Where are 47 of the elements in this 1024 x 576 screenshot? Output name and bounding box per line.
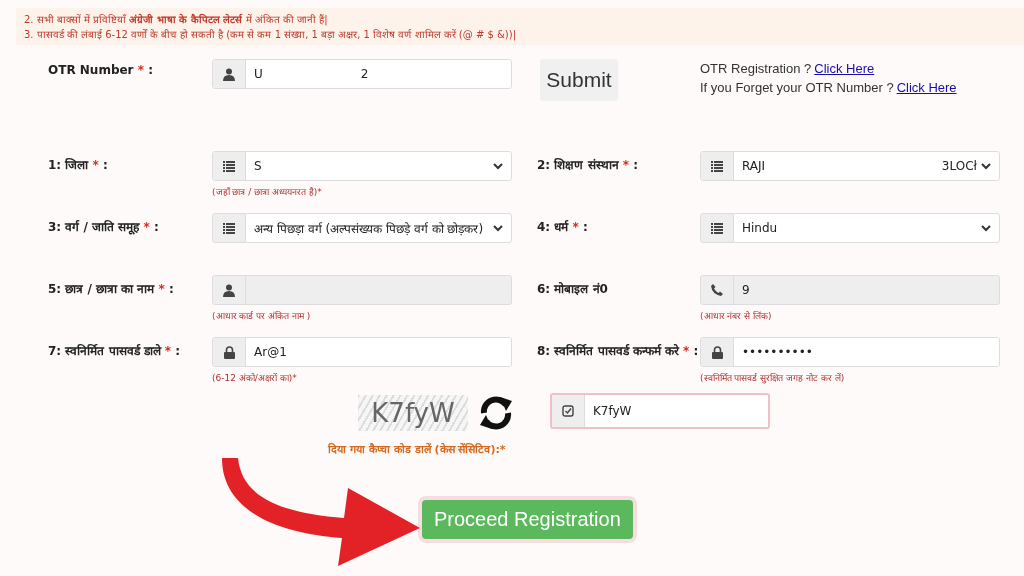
submit-button[interactable]: Submit [540,59,618,101]
field-label: 3: वर्ग / जाति समूह * : [48,219,160,237]
link-prompt: If you Forget your OTR Number ? [700,80,894,95]
field-label: 6: मोबाइल नं0 [537,281,609,298]
field-hint: (आधार नंबर से लिंक) [700,310,773,322]
field-hint: (6-12 अंको/अक्षरों का)* [212,372,298,384]
select-field[interactable]: अन्य पिछड़ा वर्ग (अल्पसंख्यक पिछड़े वर्ग को छोड़कर) [212,213,512,243]
user-icon [223,283,235,297]
captcha-label: दिया गया कैप्चा कोड डालें (केस सेंसिटिव):* [328,442,506,456]
phone-icon [711,284,723,296]
chevron-down-icon [981,224,991,232]
field-hint: (स्वनिर्मित पासवर्ड सुरक्षित जगह नोट कर लें) [700,372,846,384]
field-label: 7: स्वनिर्मित पासवर्ड डाले * : [48,343,182,360]
field-label: 8: स्वनिर्मित पासवर्ड कन्फर्म करे * : [537,343,700,360]
list-icon [711,160,723,172]
notice-text: 2. सभी बाक्सों में प्रविष्टियाँ अंग्रेजी भाषा के कैपिटल लेटर्स में अंकित की जानी हैं| [24,12,329,27]
link-prompt: OTR Registration ? [700,61,812,76]
input-field[interactable]: Ar@1 [212,337,512,367]
checkbox-icon [562,405,574,417]
captcha-input-field[interactable]: K7fyW [550,393,770,429]
select-field[interactable]: RAJI 3LOCł [700,151,1000,181]
captcha-image: K7fyW [358,395,468,431]
list-icon [223,160,235,172]
field-hint: (आधार कार्ड पर अंकित नाम ) [212,310,312,322]
list-icon [711,222,723,234]
list-icon [223,222,235,234]
lock-icon [223,345,235,359]
select-field[interactable]: Hindu [700,213,1000,243]
field-label: 1: जिला * : [48,157,109,174]
otr-number-field[interactable]: U 2 [212,59,512,89]
field-label: 4: धर्म * : [537,219,589,236]
notice-text: 3. पासवर्ड की लंबाई 6-12 वर्णों के बीच हो सकती है (कम से कम 1 संख्या, 1 बड़ा अक्षर, 1 विशेष वर्ण शामिल करें (@ # $ &))| [24,28,518,42]
chevron-down-icon [981,162,991,170]
lock-icon [711,345,723,359]
chevron-down-icon [493,162,503,170]
field-label: 5: छात्र / छात्रा का नाम * : [48,281,175,298]
input-field[interactable]: 9 [700,275,1000,305]
input-field[interactable] [212,275,512,305]
click-here-link[interactable]: Click Here [814,61,875,76]
click-here-link[interactable]: Click Here [896,80,957,95]
chevron-down-icon [493,224,503,232]
input-field[interactable]: •••••••••• [700,337,1000,367]
field-label: 2: शिक्षण संस्थान * : [537,157,639,174]
select-field[interactable]: S [212,151,512,181]
field-label: OTR Number * : [48,62,154,79]
field-hint: (जहाँ छात्र / छात्रा अध्ययनरत है)* [212,186,323,198]
user-icon [223,67,235,81]
